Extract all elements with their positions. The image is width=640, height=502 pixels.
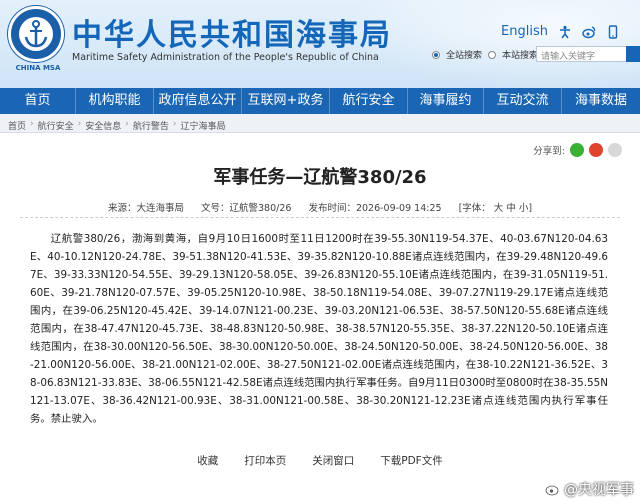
crumb-nav-safety[interactable]: 航行安全 <box>38 119 74 132</box>
share-label: 分享到: <box>533 146 565 157</box>
article-panel: 分享到: 军事任务—辽航警380/26 来源：大连海事局 文号：辽航警380/2… <box>0 132 640 502</box>
nav-functions[interactable]: 机构职能 <box>76 88 154 114</box>
nav-home[interactable]: 首页 <box>0 88 76 114</box>
watermark-text: @央视军事 <box>564 482 634 498</box>
nav-nav-safety[interactable]: 航行安全 <box>330 88 408 114</box>
nav-gov-info[interactable]: 政府信息公开 <box>154 88 242 114</box>
crumb-warnings[interactable]: 航行警告 <box>133 119 169 132</box>
search-input[interactable]: 请输入关键字 <box>536 46 628 62</box>
share-bar: 分享到: <box>533 143 622 157</box>
mobile-icon[interactable] <box>606 24 620 39</box>
msa-logo[interactable] <box>8 6 64 62</box>
main-nav: 首页 机构职能 政府信息公开 互联网+政务 航行安全 海事履约 互动交流 海事数… <box>0 88 640 114</box>
crumb-separator: › <box>30 119 34 129</box>
search-option-all[interactable]: 全站搜索 <box>446 48 482 61</box>
crumb-separator: › <box>77 119 82 129</box>
accessibility-icon[interactable] <box>558 25 572 39</box>
site-title[interactable]: 中华人民共和国海事局 <box>72 10 392 54</box>
close-window-link[interactable]: 关闭窗口 <box>312 453 354 468</box>
search-scope: 全站搜索 本站搜索 <box>432 48 538 61</box>
search-button[interactable] <box>626 46 640 62</box>
article-doc-no: 文号：辽航警380/26 <box>200 203 292 214</box>
nav-data[interactable]: 海事数据 <box>562 88 640 114</box>
nav-interaction[interactable]: 互动交流 <box>484 88 562 114</box>
download-pdf-link[interactable]: 下载PDF文件 <box>380 453 442 468</box>
crumb-separator: › <box>125 119 129 129</box>
crumb-home[interactable]: 首页 <box>8 119 26 132</box>
weibo-share-icon[interactable] <box>589 143 603 157</box>
radio-site-local[interactable] <box>488 50 497 59</box>
radio-site-all[interactable] <box>432 50 440 59</box>
breadcrumb: 首页 › 航行安全 › 安全信息 › 航行警告 › 辽宁海事局 <box>8 119 226 132</box>
nav-internet-gov[interactable]: 互联网+政务 <box>242 88 330 114</box>
favorite-link[interactable]: 收藏 <box>197 453 218 468</box>
weibo-watermark-icon <box>545 485 559 496</box>
crumb-separator: › <box>172 119 177 129</box>
article-source: 来源：大连海事局 <box>107 203 184 214</box>
weibo-icon[interactable] <box>582 25 596 39</box>
crumb-liaoning[interactable]: 辽宁海事局 <box>181 119 226 132</box>
more-share-icon[interactable] <box>608 143 622 157</box>
search-option-local[interactable]: 本站搜索 <box>502 48 538 61</box>
font-size-control[interactable]: [字体： 大 中 小] <box>459 203 532 214</box>
english-link[interactable]: English <box>501 24 548 39</box>
anchor-icon <box>24 20 48 48</box>
article-actions: 收藏 打印本页 关闭窗口 下载PDF文件 <box>0 453 640 468</box>
wechat-share-icon[interactable] <box>570 143 584 157</box>
logo-label: CHINA MSA <box>15 64 61 72</box>
watermark: @央视军事 <box>545 479 634 499</box>
article-meta: 来源：大连海事局 文号：辽航警380/26 发布时间：2026-09-09 14… <box>0 200 640 214</box>
divider <box>20 217 620 218</box>
site-subtitle: Maritime Safety Administration of the Pe… <box>72 52 379 63</box>
print-link[interactable]: 打印本页 <box>244 453 286 468</box>
article-date: 发布时间：2026-09-09 14:25 <box>308 203 442 214</box>
site-header: CHINA MSA 中华人民共和国海事局 Maritime Safety Adm… <box>0 0 640 88</box>
article-title: 军事任务—辽航警380/26 <box>213 167 427 188</box>
top-links: English <box>501 24 620 39</box>
nav-compliance[interactable]: 海事履约 <box>408 88 484 114</box>
crumb-safety-info[interactable]: 安全信息 <box>85 119 121 132</box>
article-body: 辽航警380/26，渤海到黄海，自9月10日1600时至11日1200时在39-… <box>30 233 608 425</box>
